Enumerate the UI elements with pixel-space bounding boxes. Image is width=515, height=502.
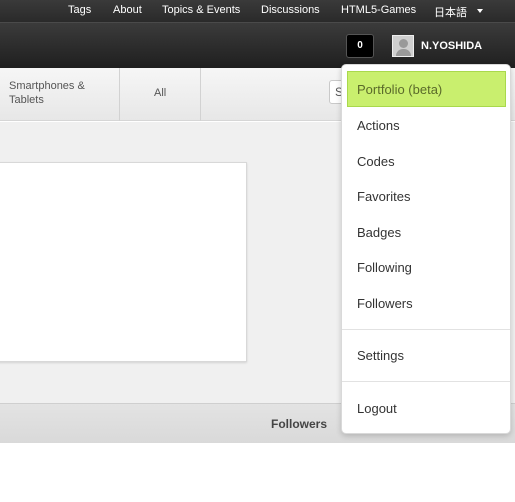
menu-item-badges[interactable]: Badges [357, 225, 401, 240]
menu-item-favorites[interactable]: Favorites [357, 189, 410, 204]
menu-item-logout[interactable]: Logout [357, 401, 397, 416]
content-card [0, 162, 247, 362]
chevron-down-icon[interactable] [477, 9, 483, 13]
menu-divider [342, 381, 510, 382]
category-label: Smartphones & [9, 80, 85, 92]
category-smartphones-tablets[interactable]: Smartphones & Tablets [0, 68, 120, 121]
user-bar: 0 N.YOSHIDA [0, 22, 515, 68]
nav-link-discussions[interactable]: Discussions [261, 4, 320, 16]
category-all[interactable]: All [120, 68, 201, 121]
nav-link-topics-events[interactable]: Topics & Events [162, 4, 240, 16]
category-label: All [154, 87, 167, 99]
menu-item-portfolio[interactable]: Portfolio (beta) [357, 82, 442, 97]
menu-item-followers[interactable]: Followers [357, 296, 413, 311]
username[interactable]: N.YOSHIDA [421, 40, 482, 52]
avatar[interactable] [392, 35, 414, 57]
menu-item-settings[interactable]: Settings [357, 348, 404, 363]
nav-link-html5-games[interactable]: HTML5-Games [341, 4, 416, 16]
followers-label[interactable]: Followers [271, 417, 327, 431]
menu-item-actions[interactable]: Actions [357, 118, 400, 133]
category-label: Tablets [9, 94, 44, 106]
menu-divider [342, 329, 510, 330]
menu-item-codes[interactable]: Codes [357, 154, 395, 169]
notification-badge[interactable]: 0 [346, 34, 374, 58]
language-selector[interactable]: 日本語 [434, 4, 467, 20]
nav-link-tags[interactable]: Tags [68, 4, 91, 16]
nav-link-about[interactable]: About [113, 4, 142, 16]
top-nav: Tags About Topics & Events Discussions H… [0, 0, 515, 22]
menu-item-following[interactable]: Following [357, 260, 412, 275]
user-dropdown-menu: Portfolio (beta) Actions Codes Favorites… [341, 64, 511, 434]
user-silhouette-icon [399, 39, 408, 48]
